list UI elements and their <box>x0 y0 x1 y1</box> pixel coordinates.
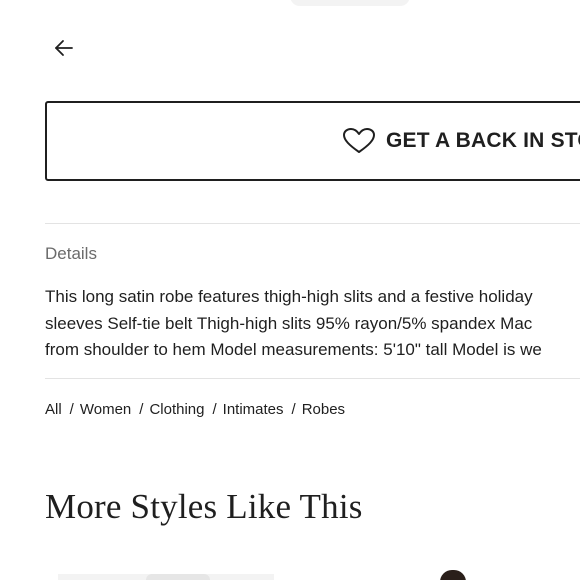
heart-outline-icon <box>342 127 376 155</box>
breadcrumb-separator: / <box>139 401 144 418</box>
arrow-left-icon <box>52 36 76 65</box>
back-in-stock-label: GET A BACK IN STOCK <box>386 129 580 152</box>
product-card-image[interactable] <box>440 570 466 580</box>
breadcrumb-all[interactable]: All <box>45 401 62 418</box>
details-heading: Details <box>45 244 97 263</box>
more-styles-title: More Styles Like This <box>45 487 363 526</box>
breadcrumb-robes[interactable]: Robes <box>302 401 345 418</box>
breadcrumb-separator: / <box>69 401 74 418</box>
product-detail-page: GET A BACK IN STOCK Details This long sa… <box>0 0 580 580</box>
breadcrumb-women[interactable]: Women <box>80 401 131 418</box>
details-line: sleeves Self-tie belt Thigh-high slits 9… <box>45 313 533 333</box>
divider <box>45 223 580 224</box>
product-image-fragment <box>290 0 410 6</box>
breadcrumb-clothing[interactable]: Clothing <box>149 401 204 418</box>
divider <box>45 378 580 379</box>
details-line: from shoulder to hem Model measurements:… <box>45 340 542 359</box>
details-description: This long satin robe features thigh-high… <box>45 284 580 364</box>
breadcrumb-separator: / <box>291 401 296 418</box>
details-line: This long satin robe features thigh-high… <box>45 287 533 306</box>
breadcrumb: All / Women / Clothing / Intimates / Rob… <box>45 401 345 418</box>
breadcrumb-separator: / <box>212 401 217 418</box>
back-in-stock-button[interactable]: GET A BACK IN STOCK <box>45 101 580 181</box>
breadcrumb-intimates[interactable]: Intimates <box>223 401 284 418</box>
back-button[interactable] <box>50 36 78 64</box>
product-card-image[interactable] <box>58 574 274 580</box>
